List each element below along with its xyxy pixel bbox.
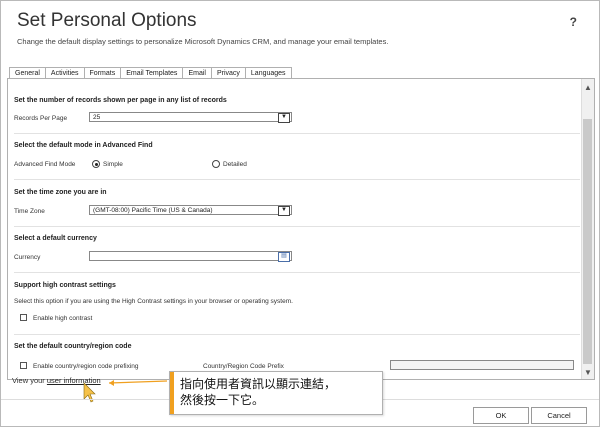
scroll-thumb[interactable]	[583, 119, 592, 364]
callout-arrowhead	[109, 380, 114, 386]
currency-heading: Select a default currency	[14, 235, 97, 242]
currency-lookup[interactable]: ▤	[89, 251, 292, 262]
records-value: 25	[93, 114, 101, 121]
callout-leader-line	[108, 380, 168, 384]
timezone-label: Time Zone	[14, 208, 45, 215]
records-heading: Set the number of records shown per page…	[14, 97, 227, 104]
pointer-arrow	[83, 380, 168, 403]
instruction-callout: 指向使用者資訊以顯示連結， 然後按一下它。	[169, 371, 383, 415]
scroll-down-icon[interactable]: ▼	[584, 368, 592, 377]
personal-options-dialog: Set Personal Options ? Change the defaul…	[0, 0, 600, 427]
country-prefix-checkbox[interactable]	[20, 362, 27, 369]
vertical-scrollbar[interactable]: ▲ ▼	[581, 79, 594, 379]
country-heading: Set the default country/region code	[14, 343, 132, 350]
general-tab-panel: Set the number of records shown per page…	[7, 78, 595, 380]
advanced-find-heading: Select the default mode in Advanced Find	[14, 142, 153, 149]
high-contrast-checkbox[interactable]	[20, 314, 27, 321]
timezone-select[interactable]: (GMT-08:00) Pacific Time (US & Canada) ▼	[89, 205, 292, 216]
user-info-prefix: View your	[12, 376, 47, 385]
callout-text: 指向使用者資訊以顯示連結， 然後按一下它。	[180, 376, 336, 408]
currency-label: Currency	[14, 254, 41, 261]
country-code-input[interactable]	[390, 360, 574, 370]
radio-simple-label: Simple	[103, 161, 123, 168]
contrast-description: Select this option if you are using the …	[14, 298, 293, 305]
lookup-icon[interactable]: ▤	[278, 252, 290, 262]
ok-button[interactable]: OK	[473, 407, 529, 424]
chevron-down-icon[interactable]: ▼	[278, 113, 290, 123]
callout-line-1: 指向使用者資訊以顯示連結，	[180, 377, 337, 391]
high-contrast-label: Enable high contrast	[33, 315, 93, 322]
scroll-up-icon[interactable]: ▲	[584, 83, 592, 92]
divider	[14, 272, 580, 273]
timezone-heading: Set the time zone you are in	[14, 189, 107, 196]
radio-simple[interactable]	[92, 160, 100, 168]
country-prefix-label: Enable country/region code prefixing	[33, 363, 139, 370]
country-code-label: Country/Region Code Prefix	[203, 363, 284, 370]
divider	[14, 334, 580, 335]
timezone-value: (GMT-08:00) Pacific Time (US & Canada)	[93, 207, 213, 214]
callout-line-2: 然後按一下它。	[180, 393, 265, 407]
help-icon[interactable]: ?	[570, 15, 577, 29]
cancel-button[interactable]: Cancel	[531, 407, 587, 424]
dialog-subtitle: Change the default display settings to p…	[17, 37, 389, 46]
dialog-title: Set Personal Options	[17, 10, 197, 31]
divider	[14, 179, 580, 180]
chevron-down-icon[interactable]: ▼	[278, 206, 290, 216]
records-label: Records Per Page	[14, 115, 68, 122]
advanced-find-label: Advanced Find Mode	[14, 161, 76, 168]
radio-detailed-label: Detailed	[223, 161, 247, 168]
divider	[14, 133, 580, 134]
contrast-heading: Support high contrast settings	[14, 282, 116, 289]
divider	[14, 226, 580, 227]
radio-detailed[interactable]	[212, 160, 220, 168]
records-per-page-select[interactable]: 25 ▼	[89, 112, 292, 123]
callout-accent-bar	[170, 372, 174, 414]
